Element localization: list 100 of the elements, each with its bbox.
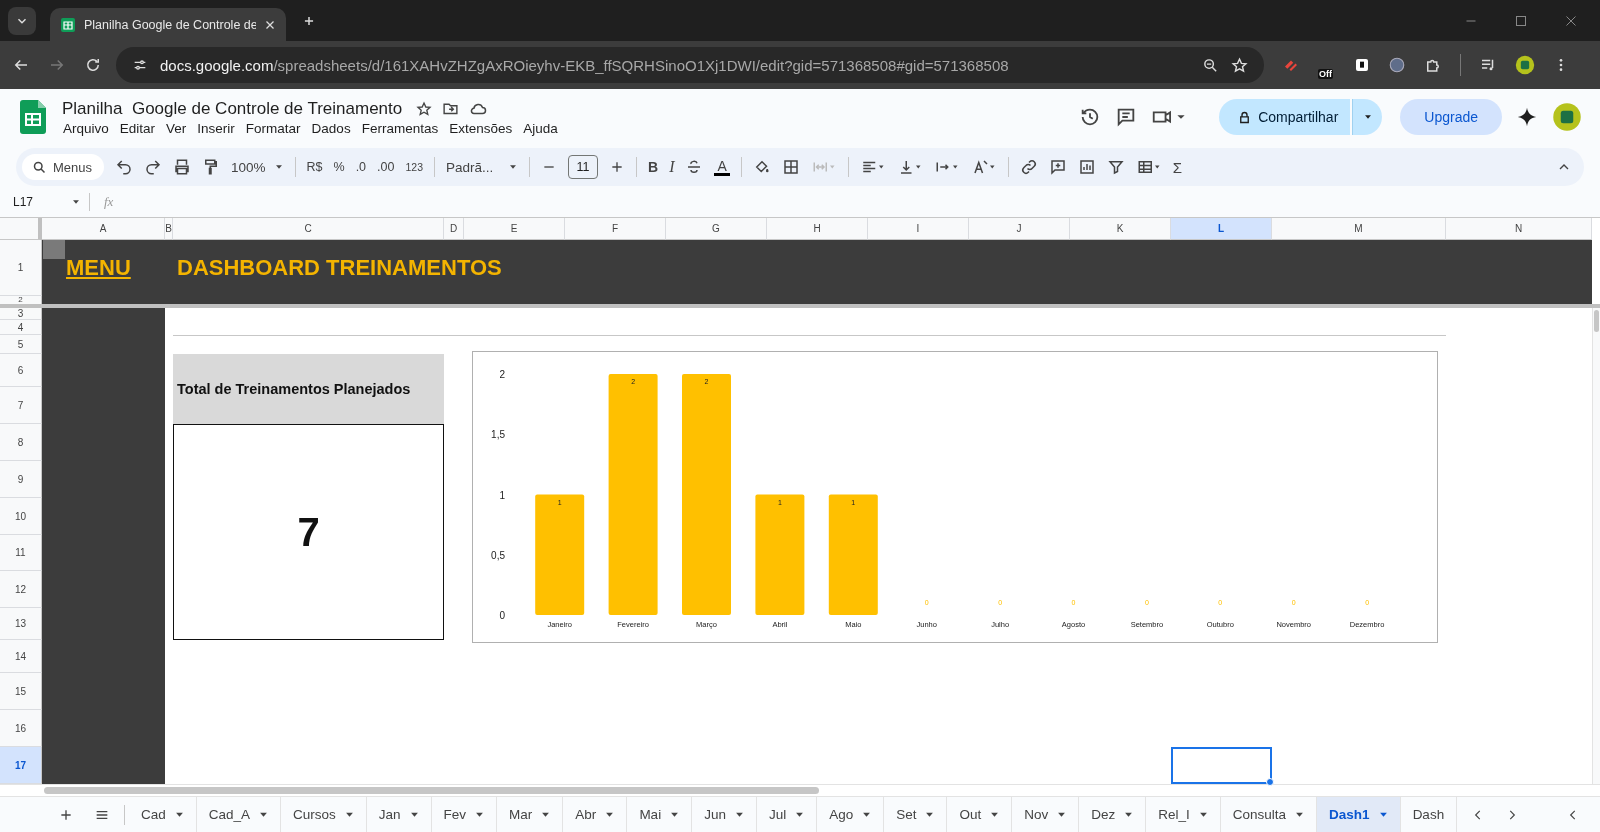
column-header[interactable]: I — [868, 218, 969, 240]
font-size-field[interactable]: 11 — [568, 155, 598, 179]
row-header[interactable]: 14 — [0, 640, 42, 673]
reload-icon[interactable] — [84, 56, 102, 74]
upgrade-button[interactable]: Upgrade — [1400, 99, 1502, 135]
sheet-tab[interactable]: Jan — [366, 797, 432, 832]
caret-icon[interactable] — [1378, 810, 1388, 819]
row-header[interactable]: 1 — [0, 240, 42, 296]
chart-icon[interactable] — [1077, 158, 1096, 176]
menu-item[interactable]: Editar — [118, 120, 162, 136]
plus-icon[interactable] — [609, 159, 625, 175]
number-format-button[interactable]: 123 — [405, 161, 423, 173]
tab-search-button[interactable] — [8, 6, 36, 35]
column-header[interactable]: M — [1272, 218, 1446, 240]
column-header[interactable]: H — [767, 218, 868, 240]
close-icon[interactable] — [1565, 14, 1577, 27]
font-dropdown[interactable]: Padrã... — [446, 159, 518, 175]
sheet-tab[interactable]: Jul — [756, 797, 818, 832]
row-header[interactable]: 15 — [0, 673, 42, 710]
sheet-tab[interactable]: Mar — [497, 797, 564, 832]
row-header[interactable]: 2 — [0, 296, 42, 308]
sheet-tab[interactable]: Set — [884, 797, 948, 832]
caret-icon[interactable] — [409, 810, 419, 819]
sheet-tab[interactable]: Cursos — [281, 797, 367, 832]
sheet-tab[interactable]: Mai — [627, 797, 693, 832]
sheet-tab[interactable]: Rel_I — [1146, 797, 1221, 832]
caret-icon[interactable] — [1295, 810, 1305, 819]
sheet-tab[interactable]: Cad — [129, 797, 197, 832]
caret-icon[interactable] — [990, 810, 1000, 819]
caret-icon[interactable] — [862, 810, 872, 819]
borders-icon[interactable] — [781, 158, 800, 176]
column-header[interactable]: D — [444, 218, 464, 240]
row-header[interactable]: 10 — [0, 498, 42, 535]
menu-search-field[interactable]: Menus — [22, 154, 104, 180]
zoom-dropdown[interactable]: 100% — [231, 159, 284, 175]
horizontal-scrollbar[interactable] — [44, 787, 819, 794]
row-header[interactable]: 17 — [0, 747, 42, 784]
row-header[interactable]: 7 — [0, 387, 42, 424]
column-header[interactable]: E — [464, 218, 565, 240]
sheet-tab[interactable]: Cad_A — [196, 797, 282, 832]
address-bar[interactable]: docs.google.com/spreadsheets/d/161XAHvZHZgAxROieyhv-EKB_ffSQRHSinoO1Xj1DWI/edit?gid=571368508#gid=571368508 — [116, 47, 1264, 83]
vertical-scrollbar[interactable] — [1592, 308, 1600, 784]
italic-button[interactable]: I — [669, 158, 675, 176]
link-icon[interactable] — [1019, 158, 1038, 176]
add-comment-icon[interactable] — [1048, 158, 1067, 176]
menu-item[interactable]: Dados — [310, 120, 357, 136]
functions-button[interactable]: Σ — [1172, 158, 1183, 176]
menu-item[interactable]: Extensões — [448, 120, 519, 136]
row-header[interactable]: 5 — [0, 335, 42, 354]
menu-item[interactable]: Arquivo — [62, 120, 115, 136]
share-button[interactable]: Compartilhar — [1219, 99, 1351, 135]
sheet-tab[interactable]: Dez — [1079, 797, 1147, 832]
sheets-logo-icon[interactable] — [20, 100, 46, 134]
sheet-tab[interactable]: Dash — [1400, 797, 1458, 832]
column-header[interactable]: A — [42, 218, 165, 240]
row-header[interactable]: 13 — [0, 608, 42, 640]
sheet-tab[interactable]: Fev — [431, 797, 498, 832]
column-header[interactable]: C — [173, 218, 444, 240]
menu-item[interactable]: Ajuda — [522, 120, 564, 136]
sheet-tab[interactable]: Abr — [563, 797, 628, 832]
sheet-tab[interactable]: Jun — [692, 797, 757, 832]
row-header[interactable]: 8 — [0, 424, 42, 461]
redo-icon[interactable] — [144, 158, 162, 176]
increase-decimals-button[interactable]: .00 — [377, 160, 395, 174]
zoom-icon[interactable] — [1202, 56, 1219, 74]
percent-format-button[interactable]: % — [333, 160, 345, 174]
extension-icon[interactable] — [1354, 57, 1370, 73]
text-color-button[interactable]: A — [714, 158, 730, 176]
row-header[interactable]: 9 — [0, 461, 42, 498]
sheet-tab[interactable]: Dash1 — [1317, 797, 1401, 832]
caret-icon[interactable] — [795, 810, 805, 819]
row-header[interactable]: 6 — [0, 354, 42, 387]
caret-icon[interactable] — [344, 810, 354, 819]
column-header[interactable]: N — [1446, 218, 1592, 240]
caret-icon[interactable] — [1198, 810, 1208, 819]
sheet-tab[interactable]: Nov — [1012, 797, 1080, 832]
print-icon[interactable] — [173, 158, 191, 176]
name-box[interactable]: L17 — [0, 193, 90, 211]
column-header[interactable]: G — [666, 218, 767, 240]
maximize-icon[interactable] — [1515, 14, 1527, 27]
caret-icon[interactable] — [541, 810, 551, 819]
caret-icon[interactable] — [259, 810, 269, 819]
caret-icon[interactable] — [174, 810, 184, 819]
decrease-decimals-button[interactable]: .0 — [355, 160, 367, 174]
caret-icon[interactable] — [475, 810, 485, 819]
star-icon[interactable] — [416, 100, 433, 117]
caret-icon[interactable] — [605, 810, 615, 819]
column-header[interactable]: L — [1171, 218, 1272, 240]
row-header[interactable]: 12 — [0, 571, 42, 608]
row-header[interactable]: 4 — [0, 320, 42, 335]
menu-item[interactable]: Formatar — [244, 120, 307, 136]
close-icon[interactable] — [264, 18, 276, 31]
caret-icon[interactable] — [1057, 810, 1067, 819]
undo-icon[interactable] — [115, 158, 133, 176]
filter-icon[interactable] — [1106, 158, 1125, 176]
menu-link[interactable]: MENU — [66, 255, 131, 281]
avatar-icon[interactable] — [1552, 102, 1582, 132]
paint-roller-icon[interactable] — [202, 158, 220, 176]
column-header[interactable]: K — [1070, 218, 1171, 240]
document-title[interactable]: Planilha Google de Controle de Treinamento — [62, 98, 403, 119]
